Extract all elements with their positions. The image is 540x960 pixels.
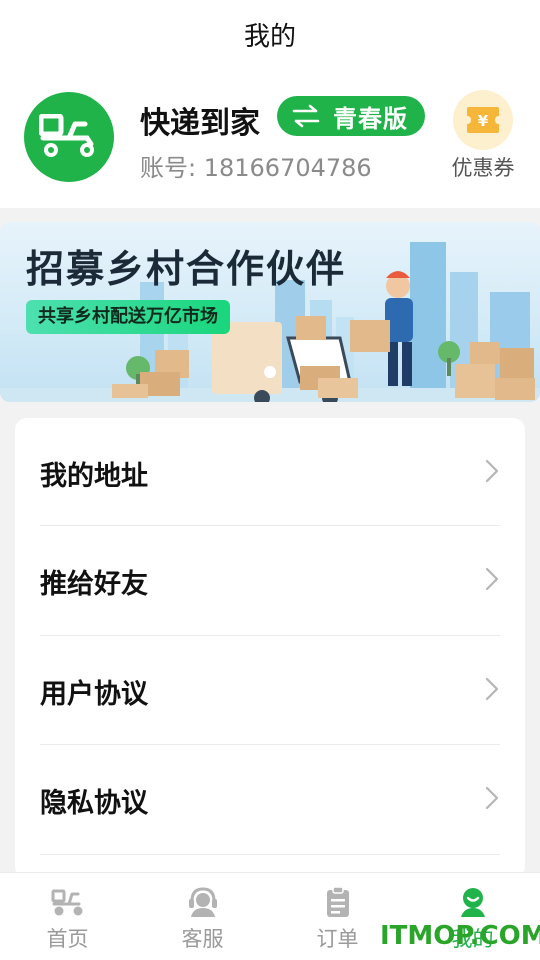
version-label: 青春版 [333, 104, 408, 133]
clipboard-icon [327, 886, 349, 917]
coupon-glyph: ¥ [478, 112, 489, 130]
chevron-right-icon [485, 677, 499, 701]
recruit-partner-banner[interactable]: 招募乡村合作伙伴 共享乡村配送万亿市场 [0, 222, 540, 402]
account-number: 账号: 18166704786 [140, 154, 372, 182]
menu-item-my-address[interactable]: 我的地址 [15, 418, 525, 528]
menu-item-user-agreement[interactable]: 用户协议 [15, 636, 525, 746]
tab-home[interactable]: 首页 [0, 873, 135, 960]
settings-menu: 我的地址 推给好友 用户协议 隐私协议 [15, 418, 525, 878]
version-switch-badge[interactable]: 青春版 [277, 96, 425, 136]
scooter-icon [51, 889, 83, 916]
delivery-scooter-icon [39, 114, 94, 157]
tab-customer-service[interactable]: 客服 [135, 873, 270, 960]
watermark-text: ITMOP.COM [380, 921, 540, 951]
divider [40, 854, 500, 855]
chevron-right-icon [485, 567, 499, 591]
app-logo [24, 92, 114, 182]
profile-icon [461, 888, 485, 917]
menu-item-share-friends[interactable]: 推给好友 [15, 526, 525, 636]
banner-title: 招募乡村合作伙伴 [26, 247, 347, 291]
tab-label: 客服 [181, 927, 224, 951]
page-title: 我的 [243, 22, 296, 52]
coupon-button[interactable]: ¥ 优惠券 [448, 88, 518, 188]
app-name: 快递到家 [140, 106, 260, 141]
chevron-right-icon [485, 459, 499, 483]
swap-arrows-icon [292, 104, 320, 128]
menu-item-label: 我的地址 [40, 461, 148, 492]
coupon-label: 优惠券 [451, 156, 515, 180]
profile-header: 我的 快递到家 青春版 账号: 18166704786 ¥ 优惠券 [0, 0, 540, 208]
menu-item-label: 用户协议 [40, 679, 148, 710]
customer-service-icon [189, 887, 217, 917]
tab-label: 首页 [46, 927, 89, 951]
coupon-ticket-icon: ¥ [453, 90, 513, 150]
chevron-right-icon [485, 786, 499, 810]
menu-item-privacy-agreement[interactable]: 隐私协议 [15, 745, 525, 855]
banner-subtitle: 共享乡村配送万亿市场 [26, 300, 230, 334]
menu-item-label: 隐私协议 [40, 788, 148, 819]
menu-item-label: 推给好友 [40, 569, 148, 600]
